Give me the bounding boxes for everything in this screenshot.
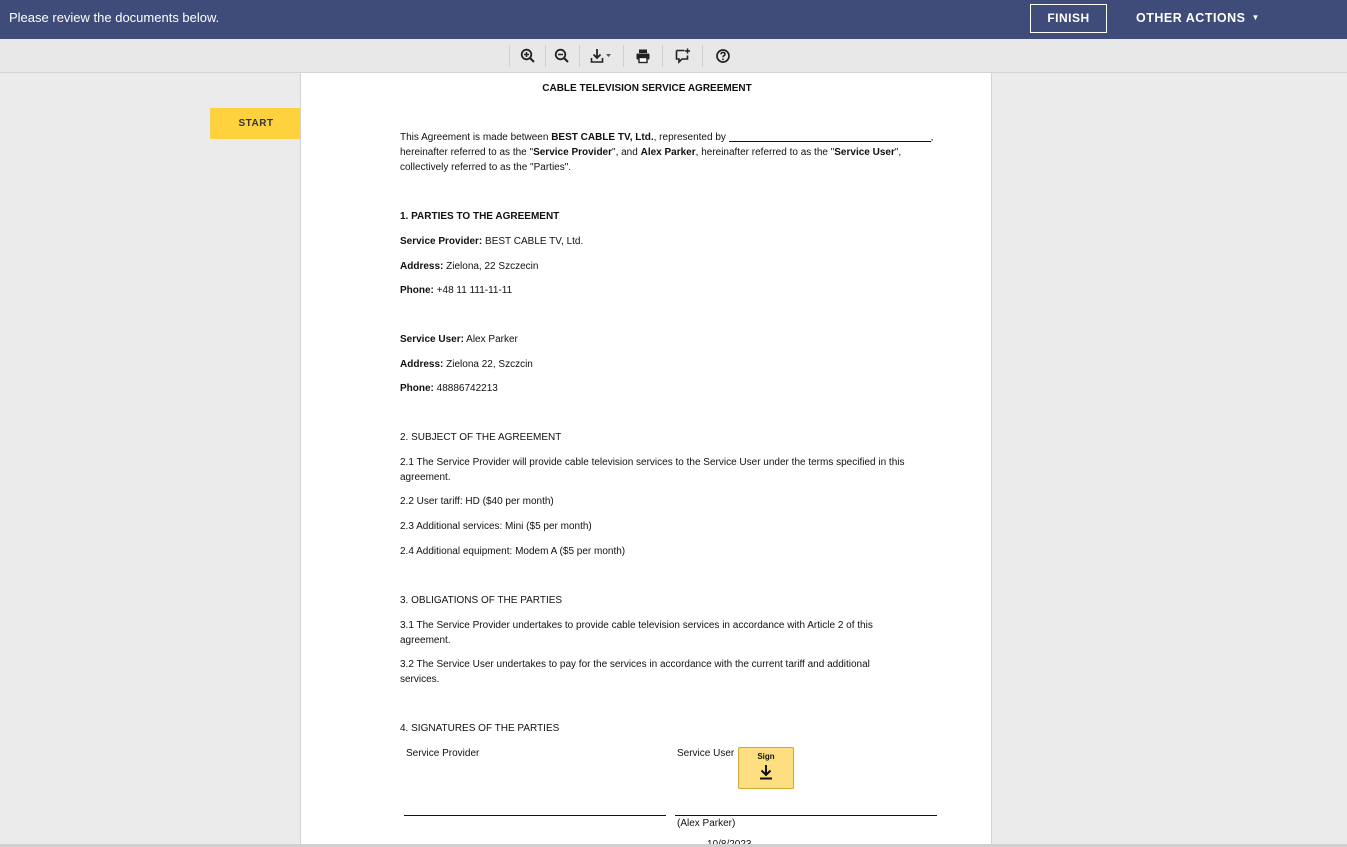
zoom-in-icon bbox=[520, 48, 535, 63]
signature-user-label: Service User bbox=[677, 748, 735, 759]
provider-address: Address: Zielona, 22 Szczecin bbox=[400, 261, 539, 272]
sign-label: Sign bbox=[757, 752, 775, 761]
help-icon bbox=[716, 49, 730, 63]
section-4-heading: 4. SIGNATURES OF THE PARTIES bbox=[400, 723, 560, 734]
add-comment-icon bbox=[675, 48, 690, 64]
section-2-heading: 2. SUBJECT OF THE AGREEMENT bbox=[400, 432, 562, 443]
provider-name: Service Provider: BEST CABLE TV, Ltd. bbox=[400, 236, 584, 247]
toolbar-divider bbox=[662, 45, 663, 67]
document-toolbar bbox=[0, 39, 1347, 73]
other-actions-menu[interactable]: OTHER ACTIONS ▼ bbox=[1136, 11, 1260, 25]
representative-blank bbox=[728, 132, 931, 142]
user-name: Service User: Alex Parker bbox=[400, 334, 518, 345]
clause-2-4: 2.4 Additional equipment: Modem A ($5 pe… bbox=[400, 546, 626, 557]
review-message: Please review the documents below. bbox=[9, 10, 220, 25]
signer-name: (Alex Parker) bbox=[677, 818, 736, 829]
download-button[interactable] bbox=[584, 44, 620, 68]
arrow-down-icon bbox=[760, 765, 772, 780]
zoom-out-button[interactable] bbox=[547, 44, 577, 68]
clause-2-2: 2.2 User tariff: HD ($40 per month) bbox=[400, 496, 554, 507]
toolbar-divider bbox=[545, 45, 546, 67]
toolbar-divider bbox=[623, 45, 624, 67]
section-3-heading: 3. OBLIGATIONS OF THE PARTIES bbox=[400, 595, 563, 606]
toolbar-divider bbox=[579, 45, 580, 67]
intro-line-1: This Agreement is made between BEST CABL… bbox=[400, 132, 934, 143]
clause-3-2: 3.2 The Service User undertakes to pay f… bbox=[400, 659, 870, 685]
provider-signature-line bbox=[404, 815, 666, 816]
add-comment-button[interactable] bbox=[668, 44, 698, 68]
caret-down-icon: ▼ bbox=[1251, 13, 1260, 22]
document-page: CABLE TELEVISION SERVICE AGREEMENT This … bbox=[300, 73, 992, 847]
clause-3-1: 3.1 The Service Provider undertakes to p… bbox=[400, 620, 873, 646]
start-button[interactable]: START bbox=[210, 108, 302, 139]
user-address: Address: Zielona 22, Szczcin bbox=[400, 359, 533, 370]
document-viewer[interactable]: START CABLE TELEVISION SERVICE AGREEMENT… bbox=[0, 73, 1347, 847]
zoom-in-button[interactable] bbox=[513, 44, 543, 68]
download-icon bbox=[590, 49, 611, 63]
top-bar: Please review the documents below. FINIS… bbox=[0, 0, 1347, 39]
other-actions-label: OTHER ACTIONS bbox=[1136, 11, 1246, 25]
section-1-heading: 1. PARTIES TO THE AGREEMENT bbox=[400, 211, 560, 222]
intro-line-3: collectively referred to as the "Parties… bbox=[400, 162, 572, 173]
zoom-out-icon bbox=[554, 48, 569, 63]
provider-phone: Phone: +48 11 111-11-11 bbox=[400, 285, 513, 296]
document-title: CABLE TELEVISION SERVICE AGREEMENT bbox=[542, 83, 752, 94]
signature-provider-label: Service Provider bbox=[406, 748, 480, 759]
print-icon bbox=[636, 49, 650, 64]
finish-button[interactable]: FINISH bbox=[1030, 4, 1107, 33]
toolbar-divider bbox=[702, 45, 703, 67]
user-phone: Phone: 48886742213 bbox=[400, 383, 498, 394]
sign-button[interactable]: Sign bbox=[738, 747, 794, 789]
help-button[interactable] bbox=[708, 44, 738, 68]
clause-2-1: 2.1 The Service Provider will provide ca… bbox=[400, 457, 905, 483]
print-button[interactable] bbox=[628, 44, 658, 68]
clause-2-3: 2.3 Additional services: Mini ($5 per mo… bbox=[400, 521, 592, 532]
toolbar-divider bbox=[509, 45, 510, 67]
intro-line-2: hereinafter referred to as the "Service … bbox=[400, 147, 902, 158]
